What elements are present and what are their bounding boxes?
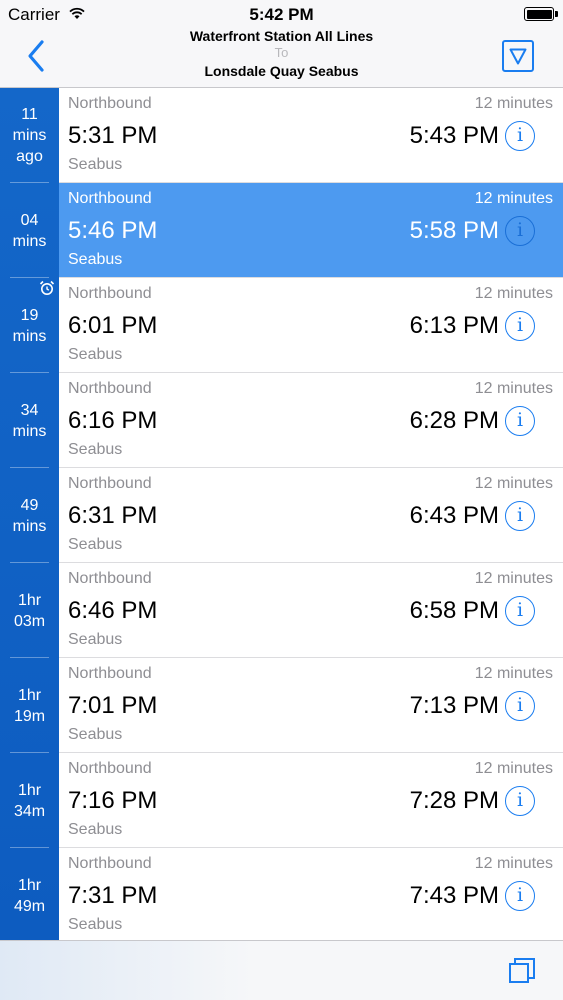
departure-time: 6:01 PM (68, 312, 158, 339)
eta-label: 49 mins (12, 496, 47, 535)
alarm-clock-icon (39, 280, 55, 295)
info-icon[interactable]: i (505, 691, 535, 721)
copy-button[interactable] (508, 957, 536, 985)
arrival-time: 5:58 PM (409, 217, 499, 244)
eta-label: 1hr 19m (13, 686, 46, 725)
status-time: 5:42 PM (249, 5, 314, 24)
battery-tip (555, 11, 558, 17)
departure-time: 6:31 PM (68, 502, 158, 529)
direction-label: Northbound (68, 380, 152, 397)
eta-label: 04 mins (12, 211, 47, 250)
mode-label: Seabus (68, 346, 123, 363)
departure-time: 5:31 PM (68, 122, 158, 149)
departure-cell[interactable]: Northbound 12 minutes 7:31 PM 7:43 PM Seabus… (59, 848, 563, 940)
mode-label: Seabus (68, 821, 123, 838)
back-button[interactable] (18, 36, 54, 76)
info-icon[interactable]: i (505, 311, 535, 341)
status-bar: Carrier 5:42 PM (0, 0, 563, 28)
departure-cell[interactable]: Northbound 12 minutes 6:16 PM 6:28 PM Seabus… (59, 373, 563, 468)
info-icon[interactable]: i (505, 596, 535, 626)
direction-label: Northbound (68, 475, 152, 492)
destination-title: Lonsdale Quay Seabus (204, 63, 359, 79)
duration-label: 12 minutes (474, 855, 553, 872)
eta-label: 1hr 34m (13, 781, 46, 820)
departure-row[interactable]: 1hr 49m Northbound 12 minutes 7:31 PM 7:43 P… (0, 848, 563, 940)
departure-row[interactable]: 34 mins Northbound 12 minutes 6:16 PM 6:28 P… (0, 373, 563, 468)
duration-label: 12 minutes (474, 95, 553, 112)
duration-label: 12 minutes (474, 570, 553, 587)
info-icon[interactable]: i (505, 121, 535, 151)
departure-time: 7:01 PM (68, 692, 158, 719)
filter-triangle-icon (509, 48, 527, 65)
arrival-time: 5:43 PM (409, 122, 499, 149)
eta-label: 11 mins ago (12, 106, 47, 165)
info-icon[interactable]: i (505, 406, 535, 436)
copy-icon (509, 958, 535, 983)
departure-cell[interactable]: Northbound 12 minutes 7:16 PM 7:28 PM Seabus… (59, 753, 563, 848)
mode-label: Seabus (68, 441, 123, 458)
to-label: To (274, 45, 289, 60)
departure-row[interactable]: 1hr 03m Northbound 12 minutes 6:46 PM 6:58 P… (0, 563, 563, 658)
departure-row[interactable]: 19 mins Northbound 12 minutes 6:01 PM 6:13 P… (0, 278, 563, 373)
bottom-toolbar (0, 940, 563, 1000)
arrival-time: 7:13 PM (409, 692, 499, 719)
departure-time: 6:16 PM (68, 407, 158, 434)
mode-label: Seabus (68, 631, 123, 648)
info-icon[interactable]: i (505, 786, 535, 816)
direction-label: Northbound (68, 570, 152, 587)
departure-row[interactable]: 11 mins ago Northbound 12 minutes 5:31 PM 5:… (0, 88, 563, 183)
eta-label: 1hr 03m (13, 591, 46, 630)
departure-list[interactable]: 11 mins ago Northbound 12 minutes 5:31 PM 5:… (0, 88, 563, 940)
departure-row[interactable]: 04 mins Northbound 12 minutes 5:46 PM 5:58 P… (0, 183, 563, 278)
duration-label: 12 minutes (474, 475, 553, 492)
arrival-time: 6:28 PM (409, 407, 499, 434)
departure-cell[interactable]: Northbound 12 minutes 5:46 PM 5:58 PM Seabus… (59, 183, 563, 278)
departure-row[interactable]: 1hr 34m Northbound 12 minutes 7:16 PM 7:28 P… (0, 753, 563, 848)
departure-time: 7:31 PM (68, 882, 158, 909)
departure-cell[interactable]: Northbound 12 minutes 5:31 PM 5:43 PM Seabus… (59, 88, 563, 183)
duration-label: 12 minutes (474, 760, 553, 777)
duration-label: 12 minutes (474, 285, 553, 302)
arrival-time: 6:58 PM (409, 597, 499, 624)
duration-label: 12 minutes (474, 380, 553, 397)
departure-time: 6:46 PM (68, 597, 158, 624)
eta-label: 1hr 49m (13, 876, 46, 915)
mode-label: Seabus (68, 536, 123, 553)
arrival-time: 6:13 PM (409, 312, 499, 339)
chevron-left-icon (28, 40, 44, 72)
filter-button[interactable] (502, 40, 534, 72)
arrival-time: 7:28 PM (409, 787, 499, 814)
info-icon[interactable]: i (505, 501, 535, 531)
arrival-time: 7:43 PM (409, 882, 499, 909)
departure-row[interactable]: 1hr 19m Northbound 12 minutes 7:01 PM 7:13 P… (0, 658, 563, 753)
duration-label: 12 minutes (474, 190, 553, 207)
direction-label: Northbound (68, 190, 152, 207)
info-icon[interactable]: i (505, 216, 535, 246)
direction-label: Northbound (68, 760, 152, 777)
mode-label: Seabus (68, 251, 123, 268)
eta-label: 34 mins (12, 401, 47, 440)
departure-time: 7:16 PM (68, 787, 158, 814)
mode-label: Seabus (68, 916, 123, 933)
info-icon[interactable]: i (505, 881, 535, 911)
direction-label: Northbound (68, 95, 152, 112)
battery-icon (524, 7, 554, 21)
departure-cell[interactable]: Northbound 12 minutes 6:01 PM 6:13 PM Seabus… (59, 278, 563, 373)
origin-title: Waterfront Station All Lines (189, 28, 374, 44)
mode-label: Seabus (68, 156, 123, 173)
departure-time: 5:46 PM (68, 217, 158, 244)
departure-row[interactable]: 49 mins Northbound 12 minutes 6:31 PM 6:43 P… (0, 468, 563, 563)
direction-label: Northbound (68, 665, 152, 682)
direction-label: Northbound (68, 285, 152, 302)
mode-label: Seabus (68, 726, 123, 743)
duration-label: 12 minutes (474, 665, 553, 682)
departure-cell[interactable]: Northbound 12 minutes 6:46 PM 6:58 PM Seabus… (59, 563, 563, 658)
departure-cell[interactable]: Northbound 12 minutes 7:01 PM 7:13 PM Seabus… (59, 658, 563, 753)
departure-cell[interactable]: Northbound 12 minutes 6:31 PM 6:43 PM Seabus… (59, 468, 563, 563)
direction-label: Northbound (68, 855, 152, 872)
arrival-time: 6:43 PM (409, 502, 499, 529)
navigation-header: Carrier 5:42 PM Waterfront Station All L… (0, 0, 563, 88)
